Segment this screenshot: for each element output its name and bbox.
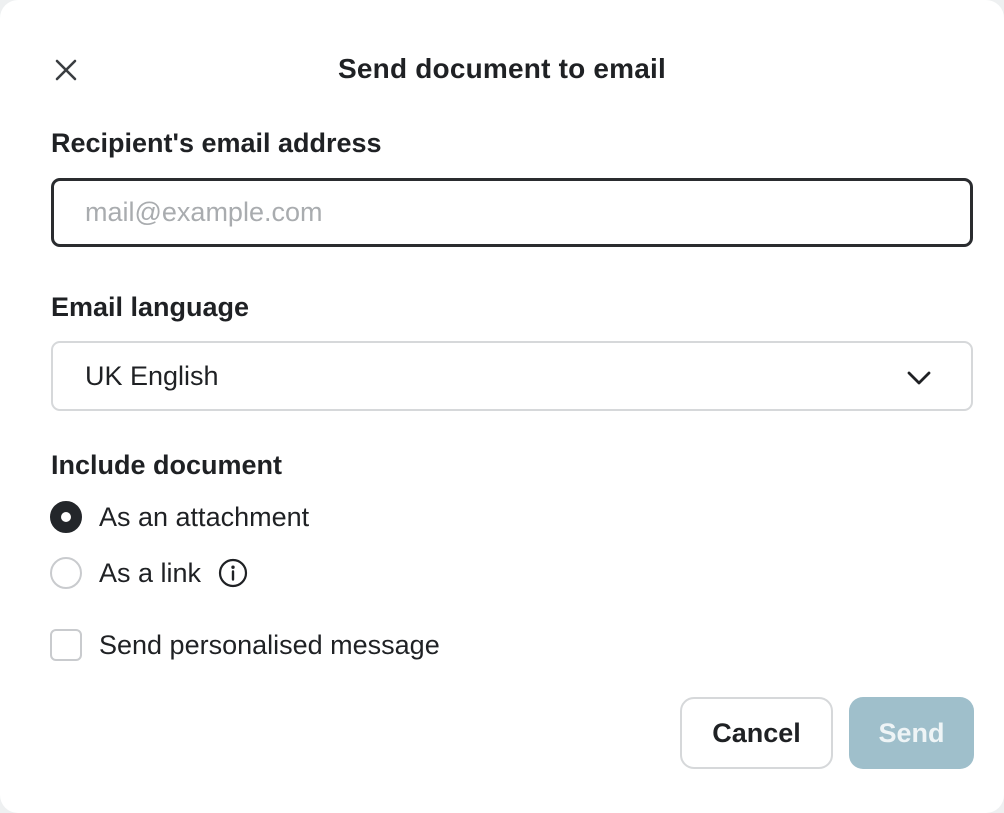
cancel-button[interactable]: Cancel xyxy=(680,697,833,769)
personalised-message-label: Send personalised message xyxy=(99,630,440,660)
recipient-email-label: Recipient's email address xyxy=(51,128,382,158)
email-language-select[interactable]: UK English xyxy=(51,341,973,411)
email-language-label: Email language xyxy=(51,292,250,322)
radio-option-attachment[interactable]: As an attachment xyxy=(50,500,309,534)
send-button[interactable]: Send xyxy=(849,697,974,769)
radio-option-link[interactable]: As a link xyxy=(50,556,248,590)
email-language-value: UK English xyxy=(85,361,219,391)
dialog-title: Send document to email xyxy=(338,53,666,84)
personalised-message-checkbox[interactable] xyxy=(50,629,82,661)
attachment-radio[interactable] xyxy=(50,501,82,533)
send-document-dialog: Send document to email Recipient's email… xyxy=(0,0,1004,813)
attachment-option-label: As an attachment xyxy=(99,502,310,532)
recipient-email-input[interactable] xyxy=(51,178,973,247)
personalised-message-option[interactable]: Send personalised message xyxy=(50,628,440,662)
link-radio[interactable] xyxy=(50,557,82,589)
link-option-label: As a link xyxy=(99,558,202,588)
include-document-label: Include document xyxy=(51,450,283,480)
chevron-down-icon xyxy=(907,371,931,385)
info-icon[interactable] xyxy=(218,558,248,588)
